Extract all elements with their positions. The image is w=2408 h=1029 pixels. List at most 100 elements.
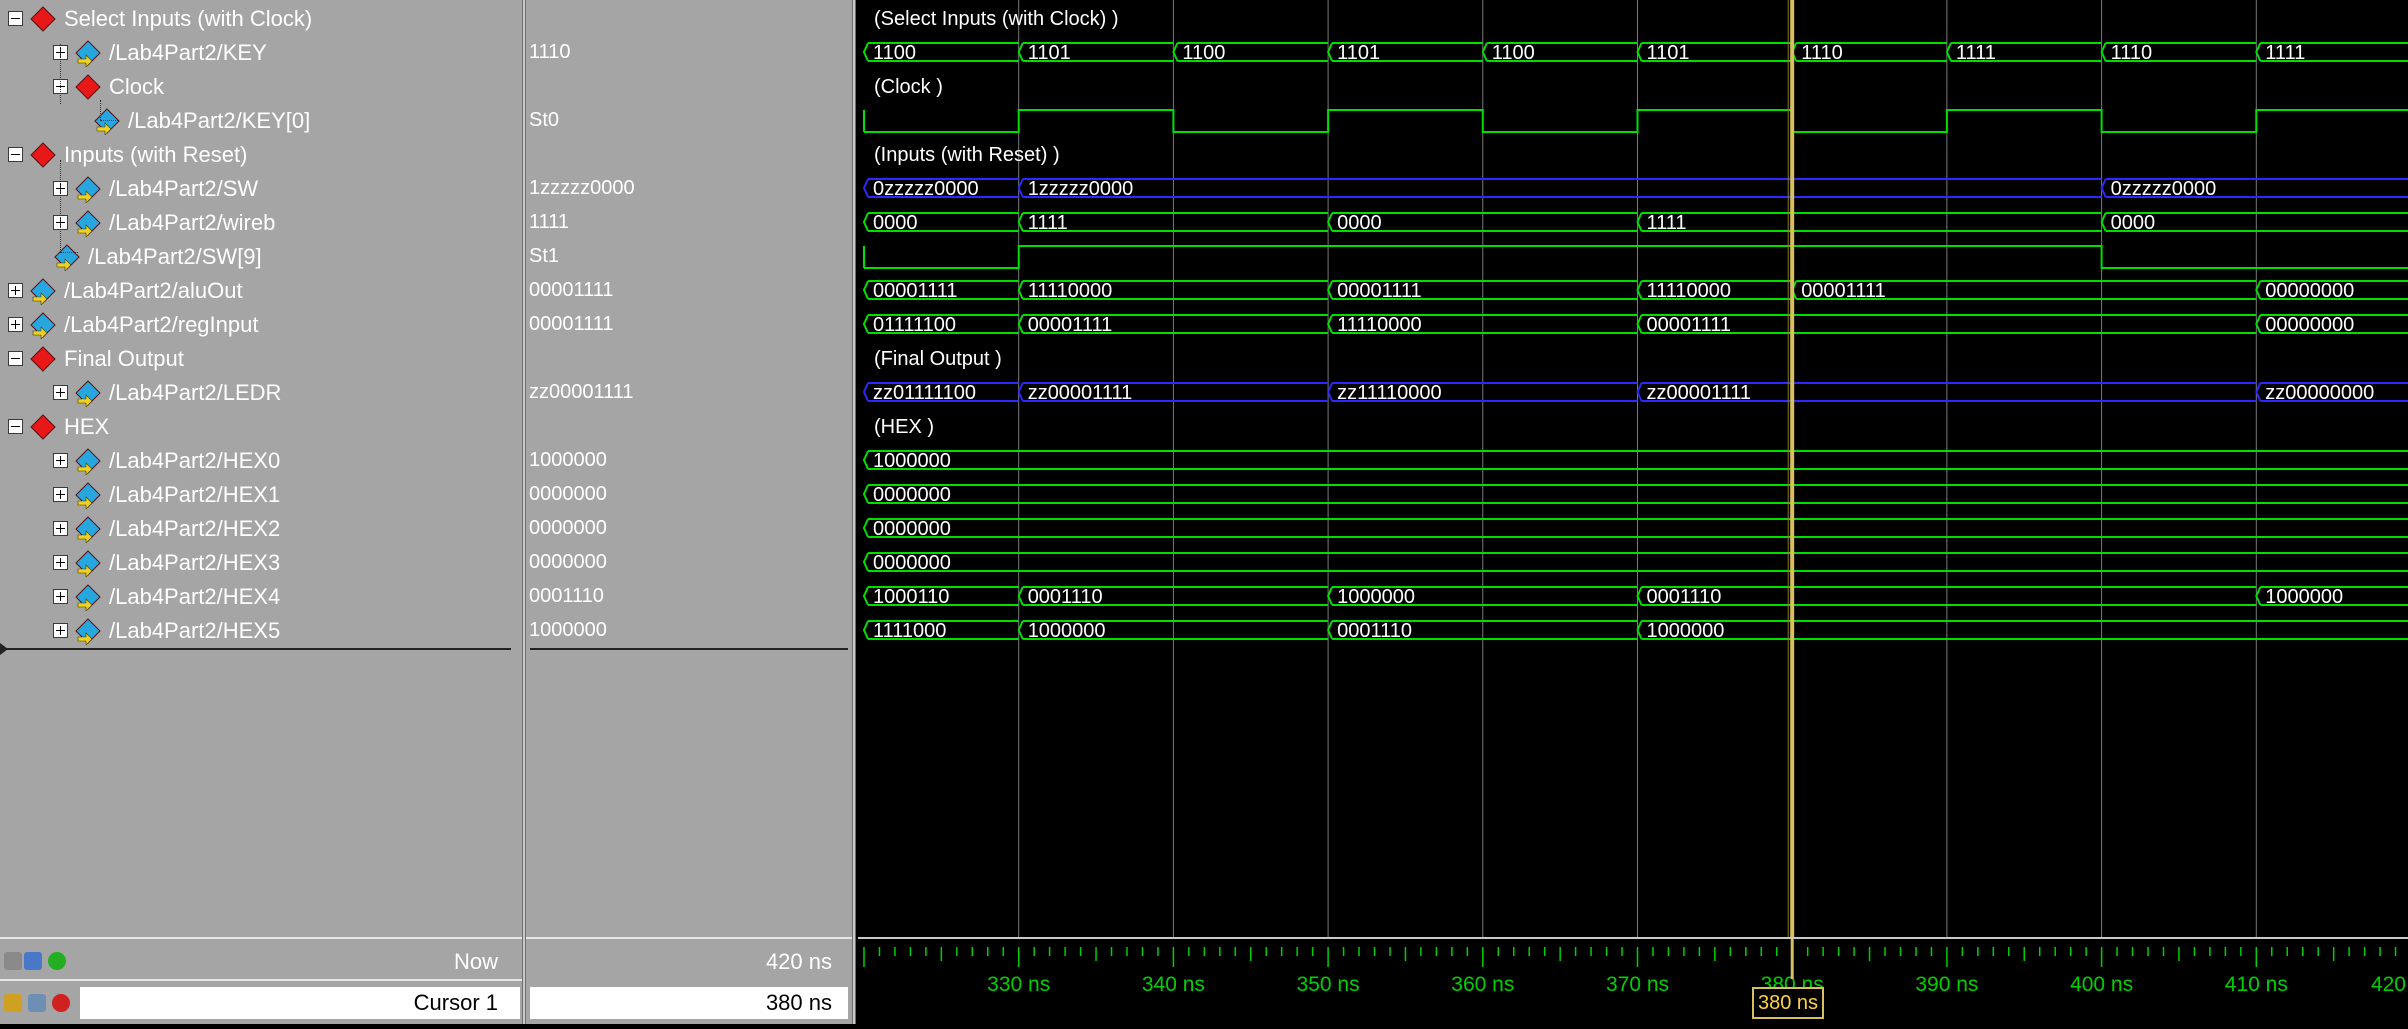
group-diamond-icon [29,413,57,441]
expand-icon[interactable] [53,453,68,468]
signal-row-final-output[interactable]: Final Output [0,341,522,375]
edit-wrench-icon[interactable] [28,994,46,1012]
signal-row-hex[interactable]: HEX [0,409,522,443]
signal-row-inputs-with-reset[interactable]: Inputs (with Reset) [0,137,522,171]
signal-row-lab4part2-reginput[interactable]: /Lab4Part2/regInput [0,307,522,341]
bus-segment: 1000000 [2256,586,2408,608]
signal-name-pane: Select Inputs (with Clock)/Lab4Part2/KEY… [0,0,522,937]
expand-icon[interactable] [8,317,23,332]
signal-row-lab4part2-key[interactable]: /Lab4Part2/KEY [0,35,522,69]
expand-icon[interactable] [53,487,68,502]
signal-icon-wrap [29,413,57,441]
signal-value: zz00001111 [529,381,634,415]
signal-diamond-icon [93,107,121,135]
signal-row-lab4part2-wireb[interactable]: /Lab4Part2/wireb [0,205,522,239]
bus-segment: 00000000 [2256,314,2408,336]
edit-cursor-icon[interactable] [24,952,42,970]
waveform-canvas[interactable]: (Select Inputs (with Clock) )11001101110… [858,0,2408,937]
bus-segment: 00001111 [1792,280,2256,302]
signal-icon-wrap [74,515,102,543]
group-diamond-icon [29,345,57,373]
signal-diamond-icon [74,175,102,203]
expand-icon[interactable] [53,589,68,604]
signal-row-lab4part2-sw[interactable]: /Lab4Part2/SW [0,171,522,205]
signal-row-lab4part2-hex4[interactable]: /Lab4Part2/HEX4 [0,579,522,613]
bus-value-label: 0zzzzz0000 [2111,178,2217,200]
signal-diamond-icon [74,209,102,237]
signal-value: 1110 [529,41,571,75]
signal-row-lab4part2-sw-9[interactable]: /Lab4Part2/SW[9] [0,239,522,273]
signal-value: 0001110 [529,585,604,619]
signal-value: 00001111 [529,279,614,313]
signal-row-clock[interactable]: Clock [0,69,522,103]
pane-splitter-values[interactable] [852,0,856,1024]
signal-row-lab4part2-ledr[interactable]: /Lab4Part2/LEDR [0,375,522,409]
bus-value-label: 0000 [873,212,918,234]
signal-row-lab4part2-hex2[interactable]: /Lab4Part2/HEX2 [0,511,522,545]
signal-row-lab4part2-hex5[interactable]: /Lab4Part2/HEX5 [0,613,522,647]
signal-row-lab4part2-hex1[interactable]: /Lab4Part2/HEX1 [0,477,522,511]
bus-segment: 1110 [2102,42,2257,64]
bus-value-label: 0001110 [1028,586,1103,608]
cursor-time-badge[interactable]: 380 ns [1752,987,1824,1019]
bus-value-label: 01111100 [873,314,956,336]
expand-icon[interactable] [53,385,68,400]
bus-value-label: 1110 [1801,42,1843,64]
bus-value-label: 0000000 [873,552,951,574]
bus-value-label: zz00001111 [1647,382,1752,404]
bus-value-label: 0001110 [1337,620,1412,642]
time-ruler-canvas[interactable]: 330 ns340 ns350 ns360 ns370 ns380 ns390 … [858,939,2408,1024]
signal-row-lab4part2-key-0[interactable]: /Lab4Part2/KEY[0] [0,103,522,137]
time-ruler[interactable]: 330 ns340 ns350 ns360 ns370 ns380 ns390 … [858,937,2408,1024]
signal-row-lab4part2-hex0[interactable]: /Lab4Part2/HEX0 [0,443,522,477]
signal-value: 1000000 [529,449,607,483]
collapse-icon[interactable] [8,11,23,26]
bus-segment: 0000 [864,212,1019,234]
signal-row-lab4part2-aluout[interactable]: /Lab4Part2/aluOut [0,273,522,307]
waveform-pane[interactable]: (Select Inputs (with Clock) )11001101110… [858,0,2408,937]
bus-segment: 01111100 [864,314,1019,336]
bus-value-label: 1111 [1647,212,1687,234]
collapse-icon[interactable] [8,351,23,366]
bus-value-label: 1110 [2111,42,2153,64]
now-label: Now [454,949,498,975]
expand-icon[interactable] [53,623,68,638]
bus-value-label: 00001111 [1337,280,1422,302]
signal-name: /Lab4Part2/SW[9] [88,244,262,270]
bit-waveform [864,246,2408,268]
signal-diamond-icon [53,243,81,271]
bus-value-label: 1000000 [2265,586,2343,608]
cursor-1-time-value[interactable]: 380 ns [766,990,832,1016]
signal-diamond-icon [74,583,102,611]
cursor-1-label[interactable]: Cursor 1 [414,990,498,1016]
bus-value-label: 1000000 [1647,620,1725,642]
bus-value-label: 1000110 [873,586,949,608]
signal-icon-wrap [74,379,102,407]
signal-icon-wrap [29,141,57,169]
add-cursor-icon[interactable] [48,952,66,970]
lock-cursor-icon[interactable] [4,994,22,1012]
expand-icon[interactable] [53,521,68,536]
bus-segment: zz00000000 [2256,382,2408,404]
signal-value: St0 [529,109,559,143]
bus-value-label: 00001111 [873,280,958,302]
signal-row-lab4part2-hex3[interactable]: /Lab4Part2/HEX3 [0,545,522,579]
ruler-tick-label: 360 ns [1451,973,1514,996]
collapse-icon[interactable] [8,147,23,162]
signal-value-pane: 1110St01zzzzz00001111St10000111100001111… [526,0,852,937]
expand-icon[interactable] [53,555,68,570]
value-separator-top [526,937,852,939]
delete-cursor-icon[interactable] [52,994,70,1012]
bus-value-label: 11110000 [1647,280,1732,302]
bus-value-label: 1101 [1028,42,1071,64]
bus-value-label: 1101 [1647,42,1690,64]
bus-value-label: 1100 [1492,42,1535,64]
expand-icon[interactable] [8,283,23,298]
bus-value-label: 1111 [1028,212,1068,234]
signal-row-select-inputs-with-clock[interactable]: Select Inputs (with Clock) [0,1,522,35]
bus-value-label: zz00001111 [1028,382,1133,404]
insert-cursor-icon[interactable] [4,952,22,970]
bus-value-label: 00001111 [1647,314,1732,336]
collapse-icon[interactable] [8,419,23,434]
signal-icon-wrap [74,549,102,577]
